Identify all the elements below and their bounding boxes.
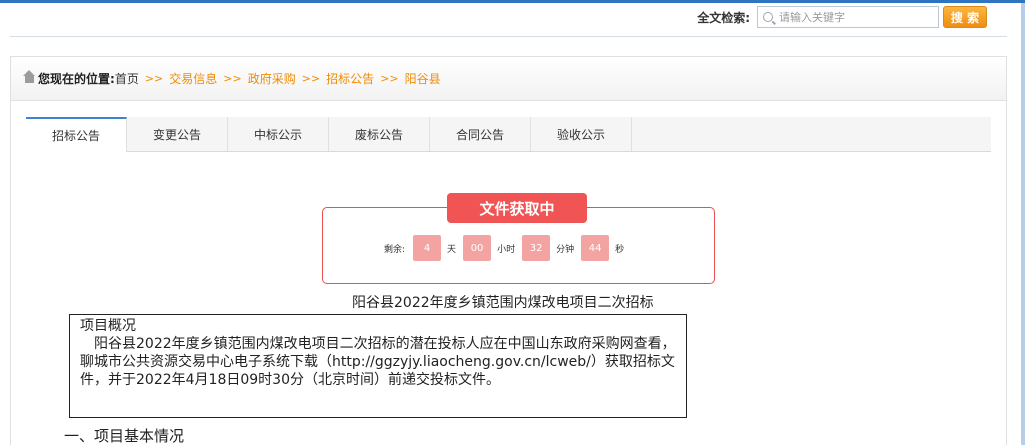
project-overview-box: 项目概况 阳谷县2022年度乡镇范围内煤改电项目二次招标的潜在投标人应在中国山东… (69, 314, 687, 418)
tab-tender-notice[interactable]: 招标公告 (26, 117, 127, 152)
countdown-minutes: 32 (522, 235, 551, 261)
tab-acceptance-publicity[interactable]: 验收公示 (531, 117, 632, 151)
tab-cancel-notice[interactable]: 废标公告 (329, 117, 430, 151)
breadcrumb-separator: >> (301, 72, 321, 85)
search-label: 全文检索: (697, 10, 750, 25)
main-panel: 您现在的位置: 首页 >> 交易信息 >> 政府采购 >> 招标公告 >> 阳谷… (10, 56, 1007, 445)
countdown-days: 4 (413, 235, 442, 261)
search-button[interactable]: 搜 索 (943, 6, 987, 28)
breadcrumb: 您现在的位置: 首页 >> 交易信息 >> 政府采购 >> 招标公告 >> 阳谷… (11, 57, 1006, 101)
header-divider (10, 36, 1007, 37)
breadcrumb-separator: >> (223, 72, 242, 85)
tab-contract-notice[interactable]: 合同公告 (430, 117, 531, 151)
countdown-row: 剩余: 4 天 00 小时 32 分钟 44 秒 (384, 235, 631, 261)
countdown-hours-unit: 小时 (497, 244, 516, 255)
search-box[interactable] (757, 6, 939, 28)
home-icon (23, 69, 36, 84)
countdown-days-unit: 天 (447, 244, 457, 255)
breadcrumb-home[interactable]: 首页 (115, 70, 139, 87)
search-input[interactable] (779, 10, 929, 24)
overview-heading: 项目概况 (80, 318, 136, 334)
top-border (0, 0, 1025, 3)
countdown-hours: 00 (463, 235, 492, 261)
notice-tabs: 招标公告 变更公告 中标公示 废标公告 合同公告 验收公示 (26, 117, 991, 152)
tab-award-publicity[interactable]: 中标公示 (228, 117, 329, 151)
right-scrollbar-edge (1021, 0, 1025, 445)
countdown-minutes-unit: 分钟 (556, 244, 575, 255)
countdown-status-title: 文件获取中 (447, 193, 587, 223)
countdown-box: 文件获取中 剩余: 4 天 00 小时 32 分钟 44 秒 (322, 193, 715, 284)
countdown-seconds-unit: 秒 (615, 244, 625, 255)
breadcrumb-item-yanggu[interactable]: 阳谷县 (405, 70, 441, 87)
document-title: 阳谷县2022年度乡镇范围内煤改电项目二次招标 (352, 295, 654, 311)
breadcrumb-item-gov-procurement[interactable]: 政府采购 (248, 70, 296, 87)
breadcrumb-label: 您现在的位置: (38, 72, 115, 86)
tab-change-notice[interactable]: 变更公告 (127, 117, 228, 151)
search-bar: 全文检索: 搜 索 (697, 6, 987, 28)
breadcrumb-item-trade-info[interactable]: 交易信息 (169, 70, 217, 87)
countdown-seconds: 44 (581, 235, 610, 261)
countdown-prefix: 剩余: (384, 244, 406, 255)
breadcrumb-item-tender-notice[interactable]: 招标公告 (326, 70, 374, 87)
breadcrumb-separator: >> (144, 72, 164, 85)
breadcrumb-separator: >> (380, 72, 399, 85)
search-icon (763, 12, 773, 22)
section-heading-basic-info: 一、项目基本情况 (64, 427, 185, 445)
overview-text: 阳谷县2022年度乡镇范围内煤改电项目二次招标的潜在投标人应在中国山东政府采购网… (80, 336, 676, 388)
